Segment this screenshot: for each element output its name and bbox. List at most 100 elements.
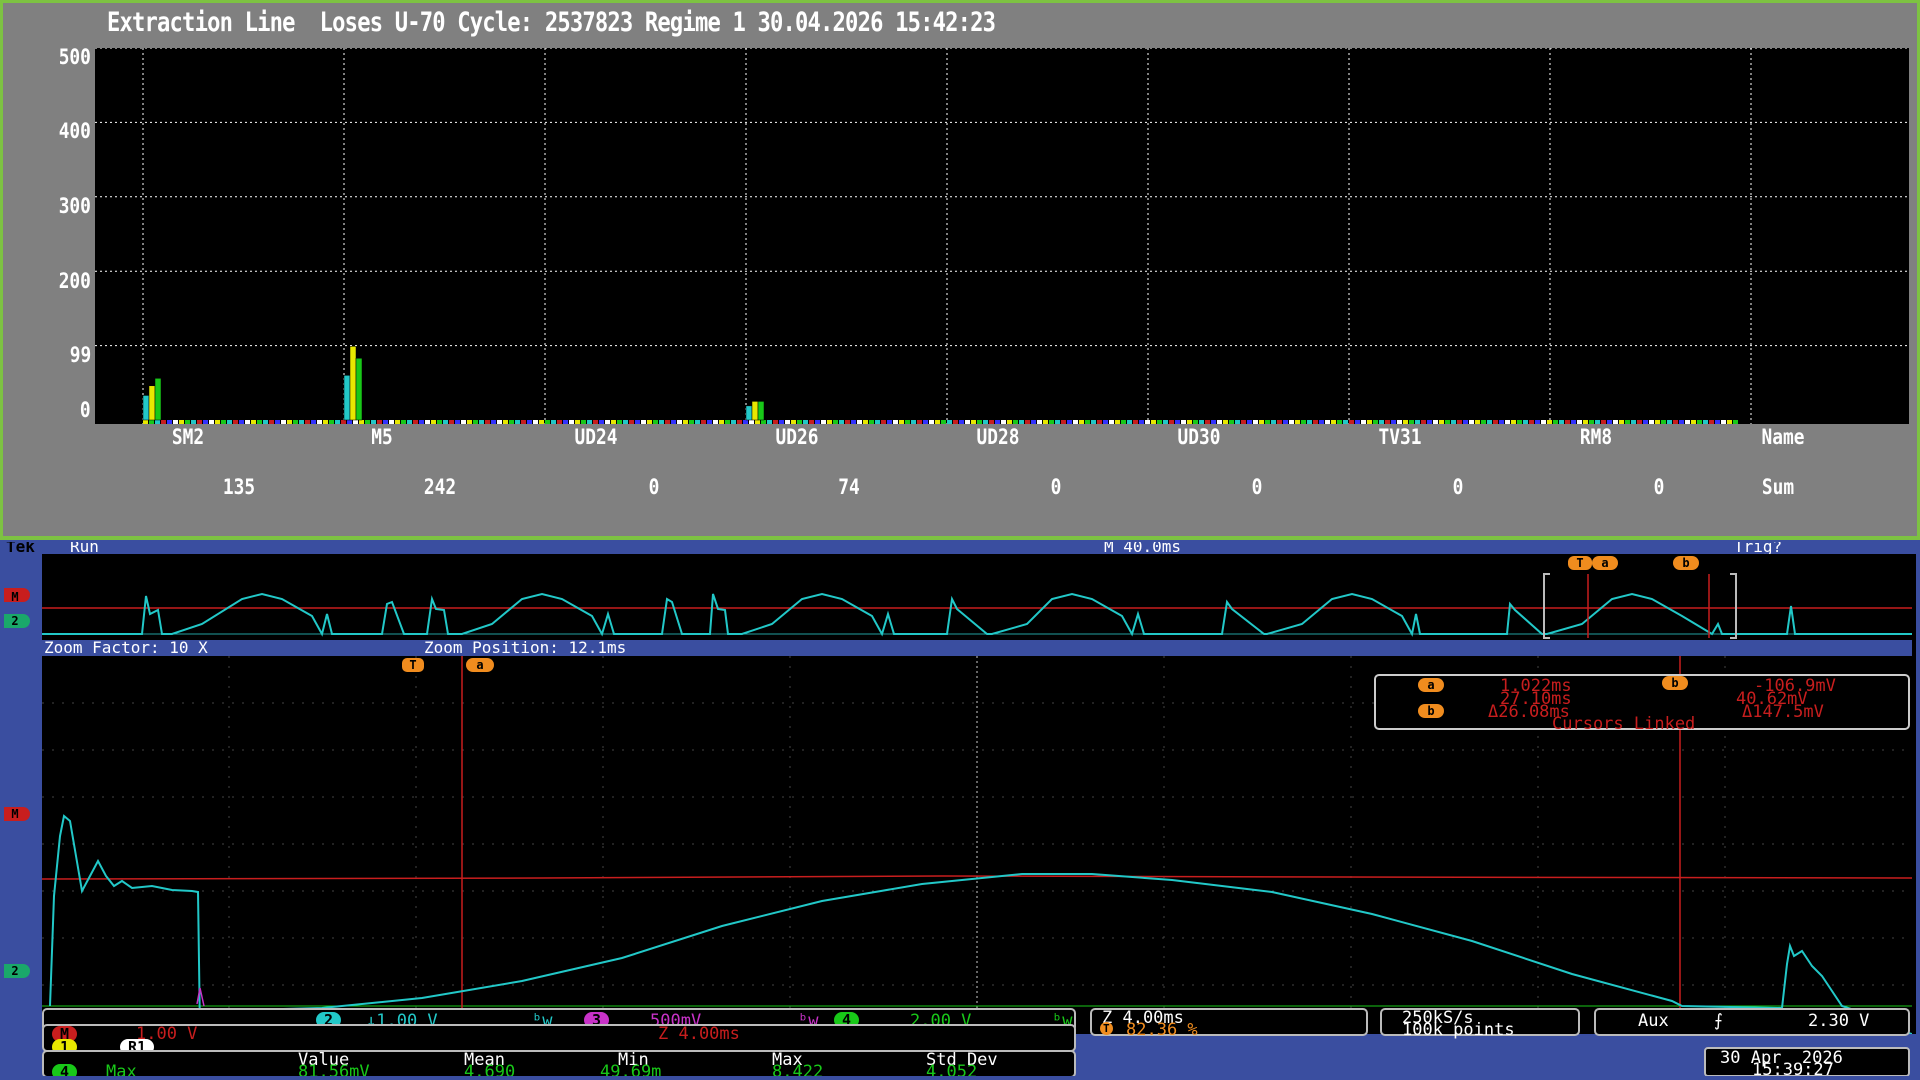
baseline-stripe-segment — [167, 420, 172, 424]
baseline-stripe-segment — [1487, 420, 1492, 424]
measure-channel-chip[interactable]: 4 — [52, 1064, 78, 1080]
baseline-stripe-segment — [1499, 420, 1504, 424]
baseline-stripe-segment — [1313, 420, 1318, 424]
baseline-stripe-segment — [725, 420, 730, 424]
cursor-b-marker-overview[interactable]: b — [1673, 556, 1699, 570]
baseline-stripe-segment — [473, 420, 478, 424]
baseline-stripe-segment — [407, 420, 412, 424]
oscilloscope-screen: Tek Run M 40.0ms Trig? M 2 T a b Zoom Fa… — [0, 537, 1920, 1080]
baseline-stripe-segment — [557, 420, 562, 424]
baseline-stripe-segment — [569, 420, 574, 424]
ch2-marker-overview[interactable]: 2 — [0, 614, 30, 628]
baseline-stripe-segment — [797, 420, 802, 424]
cursor-a-marker-zoom[interactable]: a — [466, 658, 494, 672]
baseline-stripe-segment — [371, 420, 376, 424]
baseline-stripe-segment — [1139, 420, 1144, 424]
baseline-stripe-segment — [1223, 420, 1228, 424]
baseline-stripe-segment — [1091, 420, 1096, 424]
baseline-stripe-segment — [509, 420, 514, 424]
baseline-stripe-segment — [773, 420, 778, 424]
cursor-a-marker-overview[interactable]: a — [1592, 556, 1618, 570]
baseline-stripe-segment — [1511, 420, 1516, 424]
baseline-stripe-segment — [233, 420, 238, 424]
baseline-stripe-segment — [1241, 420, 1246, 424]
baseline-stripe-segment — [1007, 420, 1012, 424]
baseline-stripe-segment — [1547, 420, 1552, 424]
baseline-stripe-segment — [755, 420, 760, 424]
baseline-stripe-segment — [1193, 420, 1198, 424]
zoom-factor-readout: Zoom Factor: 10 X — [44, 638, 208, 657]
baseline-stripe-segment — [533, 420, 538, 424]
measure-min: 49.69m — [600, 1062, 662, 1080]
baseline-stripe-segment — [1331, 420, 1336, 424]
cursor-delta-voltage: Δ147.5mV — [1742, 702, 1824, 722]
baseline-stripe-segment — [1115, 420, 1120, 424]
measure-value: 81.56mV — [298, 1062, 370, 1080]
overview-waveform-area — [42, 554, 1912, 640]
baseline-stripe-segment — [1361, 420, 1366, 424]
baseline-stripe-segment — [965, 420, 970, 424]
baseline-stripe-segment — [1289, 420, 1294, 424]
baseline-stripe-segment — [281, 420, 286, 424]
zoom-info-bar — [42, 640, 1912, 656]
category-label-ud24: UD24 — [574, 425, 618, 449]
category-label-tv31: TV31 — [1378, 425, 1422, 449]
baseline-stripe-segment — [1439, 420, 1444, 424]
trigger-source: Aux — [1638, 1011, 1669, 1031]
baseline-stripe-segment — [863, 420, 868, 424]
baseline-stripe-segment — [1541, 420, 1546, 424]
measure-mean: 4.690 — [464, 1062, 516, 1080]
y-tick-label: 400 — [58, 119, 91, 143]
baseline-stripe-segment — [161, 420, 166, 424]
baseline-stripe-segment — [1295, 420, 1300, 424]
baseline-stripe-segment — [1079, 420, 1084, 424]
baseline-stripe-segment — [881, 420, 886, 424]
trigger-settings-box[interactable]: Aux ⨍ 2.30 V — [1594, 1008, 1910, 1036]
baseline-stripe-segment — [719, 420, 724, 424]
baseline-stripe-segment — [191, 420, 196, 424]
baseline-stripe-segment — [203, 420, 208, 424]
category-label-rm8: RM8 — [1579, 425, 1613, 449]
baseline-stripe-segment — [197, 420, 202, 424]
baseline-stripe-segment — [917, 420, 922, 424]
baseline-stripe-segment — [443, 420, 448, 424]
zoom-info-box[interactable]: Z 4.00ms T 82.36 % — [1090, 1008, 1368, 1039]
acquisition-run-state[interactable]: Run — [70, 539, 99, 555]
baseline-stripe-segment — [413, 420, 418, 424]
baseline-stripe-segment — [653, 420, 658, 424]
baseline-stripe-segment — [1469, 420, 1474, 424]
baseline-stripe-segment — [1703, 420, 1708, 424]
trigger-marker-zoom[interactable]: T — [402, 658, 424, 672]
baseline-stripe-segment — [599, 420, 604, 424]
sample-rate-box[interactable]: 250kS/s 100k points — [1380, 1008, 1580, 1039]
bar-ud26-series-3 — [757, 401, 765, 421]
baseline-stripe-segment — [1409, 420, 1414, 424]
baseline-stripe-segment — [743, 420, 748, 424]
baseline-stripe-segment — [1673, 420, 1678, 424]
baseline-stripe-segment — [1565, 420, 1570, 424]
cursor-delta-icon: b — [1418, 704, 1444, 718]
baseline-stripe-segment — [305, 420, 310, 424]
baseline-stripe-segment — [1259, 420, 1264, 424]
baseline-stripe-segment — [1451, 420, 1456, 424]
baseline-stripe-segment — [851, 420, 856, 424]
baseline-stripe-segment — [431, 420, 436, 424]
trigger-level: 2.30 V — [1808, 1011, 1870, 1031]
baseline-stripe-segment — [503, 420, 508, 424]
baseline-stripe-segment — [1325, 420, 1330, 424]
trigger-status: Trig? — [1734, 537, 1783, 556]
math-marker-zoom[interactable]: M — [0, 807, 30, 821]
baseline-stripe-segment — [1283, 420, 1288, 424]
baseline-stripe-segment — [959, 420, 964, 424]
baseline-stripe-segment — [635, 420, 640, 424]
trigger-marker-overview[interactable]: T — [1568, 556, 1592, 570]
baseline-stripe-segment — [1577, 420, 1582, 424]
math-ref-row[interactable]: M 1.00 V Z 4.00ms 1 R1 — [42, 1024, 1076, 1055]
baseline-stripe-segment — [617, 420, 622, 424]
ch2-marker-zoom[interactable]: 2 — [0, 964, 30, 978]
timebase-readout[interactable]: M 40.0ms — [1104, 539, 1181, 555]
baseline-stripe-segment — [1613, 420, 1618, 424]
scope-header-bar — [0, 540, 1920, 554]
baseline-stripe-segment — [1037, 420, 1042, 424]
math-marker-overview[interactable]: M — [0, 588, 30, 604]
